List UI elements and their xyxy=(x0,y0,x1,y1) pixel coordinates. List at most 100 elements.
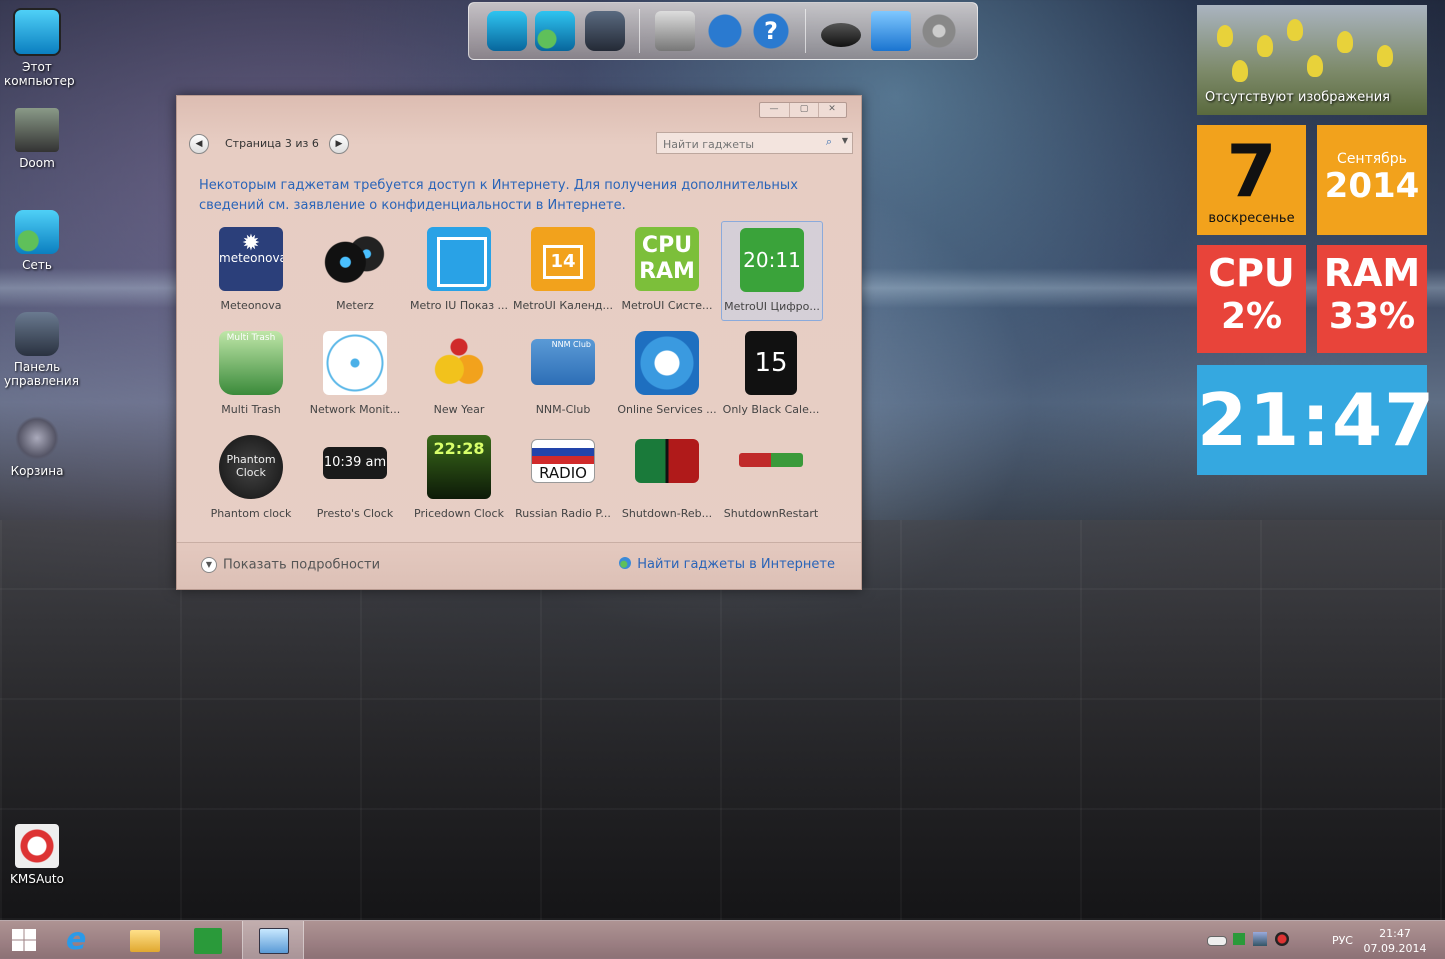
gadget-tile[interactable]: 22:28 Pricedown Clock xyxy=(409,429,509,527)
record-icon[interactable] xyxy=(1275,932,1289,946)
disc-icon[interactable] xyxy=(919,11,959,51)
desktop-icon-recycle-bin[interactable]: Корзина xyxy=(4,416,70,478)
calendar-icon: 14 xyxy=(531,227,595,291)
slideshow-gadget[interactable]: Отсутствуют изображения xyxy=(1197,5,1427,115)
close-button[interactable]: ✕ xyxy=(818,103,846,117)
gadget-tile[interactable]: 14 MetroUI Календ... xyxy=(513,221,613,319)
gadget-tile[interactable]: Network Monit... xyxy=(305,325,405,423)
cpu-gadget[interactable]: CPU 2% xyxy=(1197,245,1306,353)
dock-separator xyxy=(805,9,806,53)
gadget-tile[interactable]: New Year xyxy=(409,325,509,423)
desktop-icon-label: KMSAuto xyxy=(10,872,64,886)
chess-icon[interactable] xyxy=(655,11,695,51)
month-label: Сентябрь xyxy=(1337,151,1407,167)
gadget-tile[interactable]: 15 Only Black Cale... xyxy=(721,325,821,423)
windows-logo-icon xyxy=(12,929,36,951)
chat-icon[interactable] xyxy=(487,11,527,51)
network-tray-icon[interactable] xyxy=(1253,932,1267,946)
prev-page-button[interactable]: ◀ xyxy=(189,134,209,154)
show-details-toggle[interactable]: ▼ Показать подробности xyxy=(201,557,380,573)
internet-explorer-icon: e xyxy=(66,922,87,957)
store-button[interactable] xyxy=(178,921,238,959)
control-panel-icon xyxy=(15,312,59,356)
file-explorer-button[interactable] xyxy=(116,921,176,959)
tulip-decoration xyxy=(1217,25,1233,47)
desktop-icon-control-panel[interactable]: Панель управления xyxy=(4,312,79,388)
toggle-icon[interactable] xyxy=(1207,936,1227,946)
ram-value: 33% xyxy=(1328,296,1416,337)
folder-icon[interactable] xyxy=(871,11,911,51)
gadget-tile[interactable]: ShutdownRestart xyxy=(721,429,821,527)
find-online-link[interactable]: Найти гаджеты в Интернете xyxy=(619,557,835,572)
day-gadget[interactable]: 7 воскресенье xyxy=(1197,125,1306,235)
gadget-caption: Phantom clock xyxy=(210,507,292,520)
taskbar: e РУС 21:47 07.09.2014 xyxy=(0,920,1445,959)
gadget-caption: Multi Trash xyxy=(221,403,281,416)
help-icon[interactable]: ? xyxy=(751,11,791,51)
control-panel-icon[interactable] xyxy=(585,11,625,51)
desktop-icon-kmsauto[interactable]: KMSAuto xyxy=(4,824,70,886)
gadgets-taskbar-button[interactable] xyxy=(242,921,304,959)
start-button[interactable] xyxy=(0,921,60,959)
year-label: 2014 xyxy=(1324,166,1420,206)
gadget-tile[interactable]: ✹ meteonova Meteonova xyxy=(201,221,301,319)
maximize-button[interactable]: ▢ xyxy=(789,103,819,117)
ram-gadget[interactable]: RAM 33% xyxy=(1317,245,1427,353)
next-page-button[interactable]: ▶ xyxy=(329,134,349,154)
gadget-tile[interactable]: NNM Club NNM-Club xyxy=(513,325,613,423)
clock-time: 21:47 xyxy=(1197,378,1437,462)
gadget-tile[interactable]: Multi Trash Multi Trash xyxy=(201,325,301,423)
month-gadget[interactable]: Сентябрь 2014 xyxy=(1317,125,1427,235)
gadget-tile[interactable]: Phantom Clock Phantom clock xyxy=(201,429,301,527)
minimize-button[interactable]: — xyxy=(760,103,788,117)
tulip-decoration xyxy=(1257,35,1273,57)
network-icon xyxy=(15,210,59,254)
cpu-label: CPU xyxy=(1208,251,1295,295)
desktop-icon-doom[interactable]: Doom xyxy=(4,108,70,170)
gadget-tile[interactable]: Shutdown-Reb... xyxy=(617,429,717,527)
mouse-icon[interactable] xyxy=(821,23,861,47)
presto-clock-icon: 10:39 am xyxy=(323,447,387,479)
search-input[interactable] xyxy=(661,135,815,153)
gadgets-icon xyxy=(259,928,289,954)
clock-gadget[interactable]: 21:47 xyxy=(1197,365,1437,475)
phantom-clock-icon: Phantom Clock xyxy=(219,435,283,499)
gadget-tile[interactable]: Meterz xyxy=(305,221,405,319)
globe-icon xyxy=(619,557,632,569)
weekday-label: воскресенье xyxy=(1208,211,1295,226)
network-icon[interactable] xyxy=(535,11,575,51)
tulip-decoration xyxy=(1232,60,1248,82)
desktop-icon-computer[interactable]: Этот компьютер xyxy=(4,8,75,88)
gadget-tile[interactable]: Metro IU Показ ... xyxy=(409,221,509,319)
day-number: 7 xyxy=(1226,129,1277,213)
gadget-caption: Metro IU Показ ... xyxy=(409,299,509,312)
network-monitor-icon xyxy=(323,331,387,395)
chevron-down-icon[interactable]: ▼ xyxy=(842,136,848,145)
gadget-tile-selected[interactable]: 20:11 MetroUI Цифро... xyxy=(721,221,823,321)
gadget-tile[interactable]: CPU RAM MetroUI Систе... xyxy=(617,221,717,319)
bug-icon[interactable] xyxy=(705,11,745,51)
no-images-text: Отсутствуют изображения xyxy=(1205,90,1390,105)
gadget-search[interactable]: ⌕ ▼ xyxy=(656,132,853,154)
desktop-icon-label: Корзина xyxy=(10,464,64,478)
shutdown-reboot-icon xyxy=(635,439,699,483)
gadget-caption: MetroUI Цифро... xyxy=(724,300,820,313)
gadget-caption: Only Black Cale... xyxy=(722,403,820,416)
doom-icon xyxy=(15,108,59,152)
meterz-icon xyxy=(323,227,387,291)
desktop-icon-network[interactable]: Сеть xyxy=(4,210,70,272)
window-footer: ▼ Показать подробности Найти гаджеты в Ин… xyxy=(177,542,861,589)
gadget-tile[interactable]: RADIO Russian Radio P... xyxy=(513,429,613,527)
internet-explorer-button[interactable]: e xyxy=(52,921,112,959)
gadget-caption: Russian Radio P... xyxy=(515,507,611,520)
search-icon[interactable]: ⌕ xyxy=(826,135,832,149)
language-indicator[interactable]: РУС xyxy=(1332,934,1353,947)
calendar-icon-text: 14 xyxy=(543,245,583,279)
gadget-tile[interactable]: Online Services ... xyxy=(617,325,717,423)
flag-icon[interactable] xyxy=(1233,933,1245,945)
gadget-tile[interactable]: 10:39 am Presto's Clock xyxy=(305,429,405,527)
tray-clock[interactable]: 21:47 07.09.2014 xyxy=(1363,926,1427,956)
tulip-decoration xyxy=(1287,19,1303,41)
gadget-caption: MetroUI Систе... xyxy=(621,299,713,312)
show-details-label: Показать подробности xyxy=(223,557,381,573)
